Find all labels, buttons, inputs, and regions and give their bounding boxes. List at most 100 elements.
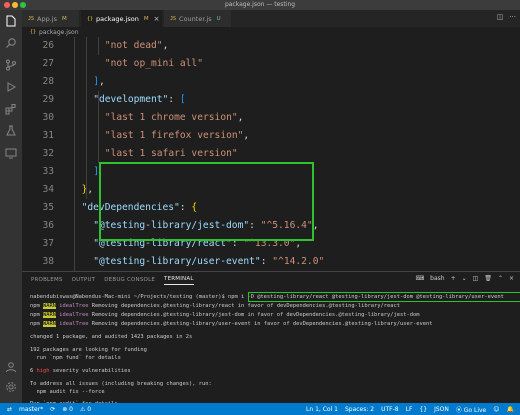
tab-output[interactable]: OUTPUT <box>72 277 96 283</box>
chevron-up-icon[interactable]: ⌃ <box>498 275 503 282</box>
extensions-icon[interactable] <box>4 102 18 116</box>
line-number: 34 <box>42 184 54 195</box>
code-text: "development": [ <box>93 91 185 109</box>
notifications-icon[interactable]: 🔔 <box>507 406 514 413</box>
code-line: 38 "@testing-library/user-event": "^14.2.… <box>22 253 520 271</box>
remote-indicator-icon[interactable]: ⇄ <box>7 406 12 413</box>
remote-explorer-icon[interactable] <box>4 146 18 160</box>
split-editor-icon[interactable]: ◫ <box>497 13 504 21</box>
warn-tag: idealTree <box>59 321 89 327</box>
js-file-icon: JS <box>170 15 177 22</box>
code-line: 26 "not dead", <box>22 37 520 55</box>
search-icon[interactable] <box>4 36 18 50</box>
trash-icon[interactable]: 🗑 <box>484 275 492 282</box>
tab-package-json[interactable]: {} package.json M × <box>81 10 163 27</box>
code-token: "not dead" <box>104 40 163 51</box>
account-icon[interactable] <box>4 360 18 374</box>
npm-prefix: npm <box>30 321 40 327</box>
warn-message: Removing dependencies.@testing-library/u… <box>91 321 433 327</box>
code-token: "last 1 firefox version" <box>104 130 244 141</box>
code-text: "last 1 firefox version", <box>105 127 249 145</box>
terminal-icon: ⌨ <box>415 275 425 282</box>
terminal-fix-command: npm audit fix --force <box>30 389 105 395</box>
tab-problems[interactable]: PROBLEMS <box>31 277 63 283</box>
indentation[interactable]: Spaces: 2 <box>345 406 374 413</box>
language-mode-icon[interactable]: {} <box>419 406 427 413</box>
code-line: 29 "development": [ <box>22 91 520 109</box>
code-text: "not dead", <box>105 37 169 55</box>
js-file-icon: JS <box>28 15 35 22</box>
terminal-prompt: nabendubiswas@Nabendus-Mac-mini ~/Projec… <box>30 294 225 300</box>
end-of-line[interactable]: LF <box>406 406 413 413</box>
encoding[interactable]: UTF-8 <box>381 406 399 413</box>
branch-indicator[interactable]: master* <box>19 406 43 413</box>
line-number: 29 <box>42 94 54 105</box>
vuln-text: severity vulnerabilities <box>52 368 131 374</box>
sync-icon[interactable]: ⟳ <box>50 406 55 413</box>
code-token: [ <box>179 94 186 105</box>
code-text: "last 1 chrome version", <box>105 109 244 127</box>
more-actions-icon[interactable]: ··· <box>509 13 516 21</box>
line-number: 37 <box>42 238 54 249</box>
npm-prefix: npm <box>30 303 40 309</box>
close-tab-icon[interactable]: × <box>154 15 160 23</box>
code-editor[interactable]: 4140}39}38"@testing-library/user-event":… <box>22 37 520 321</box>
indent-guide <box>98 37 99 55</box>
testing-icon[interactable] <box>4 124 18 138</box>
source-control-icon[interactable] <box>4 58 18 72</box>
json-file-icon: {} <box>87 15 94 22</box>
close-panel-icon[interactable]: × <box>509 275 514 282</box>
npm-prefix: npm <box>30 312 40 318</box>
warn-message: Removing dependencies.@testing-library/j… <box>91 312 420 318</box>
tab-app-js[interactable]: JS App.js M <box>22 10 80 27</box>
editor-tab-bar: JS App.js M {} package.json M × JS Count… <box>22 10 520 27</box>
tab-counter-js[interactable]: JS Counter.js U <box>164 10 232 27</box>
terminal-vulnerabilities-line: 6 high severity vulnerabilities <box>30 367 131 376</box>
title-bar: package.json — testing <box>0 0 520 10</box>
explorer-icon[interactable] <box>4 14 18 28</box>
code-token: , <box>98 76 105 87</box>
errors-count[interactable]: ⊗ 0 <box>62 406 73 413</box>
line-number: 31 <box>42 130 54 141</box>
new-terminal-icon[interactable]: + <box>451 275 456 282</box>
cursor-position[interactable]: Ln 1, Col 1 <box>306 406 338 413</box>
vuln-level: high <box>36 368 50 374</box>
code-token: : <box>168 94 180 105</box>
code-token: "development" <box>93 94 169 105</box>
terminal-output[interactable]: nabendubiswas@Nabendus-Mac-mini ~/Projec… <box>30 292 520 407</box>
tab-debug-console[interactable]: DEBUG CONSOLE <box>104 277 155 283</box>
manage-gear-icon[interactable] <box>4 380 18 394</box>
json-file-icon: {} <box>30 29 37 35</box>
code-line: 27 "not op_mini all" <box>22 55 520 73</box>
status-bar: ⇄ master* ⟳ ⊗ 0 ⚠ 0 Ln 1, Col 1 Spaces: … <box>0 403 520 415</box>
language-mode[interactable]: JSON <box>434 406 449 413</box>
untracked-badge: U <box>216 15 221 22</box>
chevron-down-icon[interactable]: ⌄ <box>462 275 467 282</box>
indent-guide <box>98 91 99 163</box>
tab-label: package.json <box>96 14 139 23</box>
shell-name[interactable]: bash <box>430 275 444 282</box>
code-token: , <box>162 40 169 51</box>
editor-actions: ◫ ··· <box>497 13 516 21</box>
run-debug-icon[interactable] <box>4 80 18 94</box>
split-terminal-icon[interactable]: ◫ <box>473 275 479 282</box>
line-number: 32 <box>42 148 54 159</box>
code-line: 32 "last 1 safari version" <box>22 145 520 163</box>
terminal-warn-line: npm WARN idealTree Removing dependencies… <box>30 320 432 329</box>
code-token: , <box>87 184 94 195</box>
code-text: ], <box>93 73 105 91</box>
vuln-count: 6 <box>30 368 34 374</box>
code-token: "last 1 safari version" <box>104 148 238 159</box>
terminal-changed-line: changed 1 package, and audited 1423 pack… <box>30 334 193 340</box>
warnings-count[interactable]: ⚠ 0 <box>80 406 91 413</box>
warn-badge: WARN <box>43 321 56 327</box>
go-live-button[interactable]: ⦿ Go Live <box>456 405 486 414</box>
modified-badge: M <box>62 15 67 22</box>
code-token: "@testing-library/user-event" <box>93 256 261 267</box>
feedback-icon[interactable]: ☺ <box>493 406 499 413</box>
code-token: "^14.2.0" <box>272 256 325 267</box>
tab-terminal[interactable]: TERMINAL <box>164 276 194 285</box>
warn-message: Removing dependencies.@testing-library/r… <box>91 303 401 309</box>
breadcrumb-file[interactable]: package.json <box>39 29 79 36</box>
terminal-warn-line: npm WARN idealTree Removing dependencies… <box>30 302 400 311</box>
